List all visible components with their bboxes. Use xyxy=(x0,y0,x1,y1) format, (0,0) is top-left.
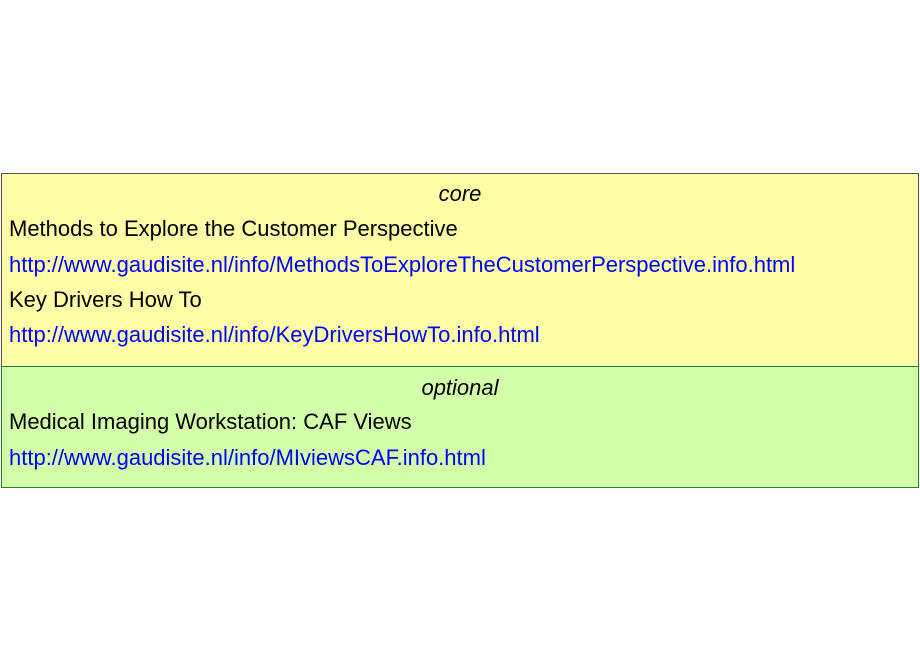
core-entry-1-link[interactable]: http://www.gaudisite.nl/info/MethodsToEx… xyxy=(9,252,795,278)
core-entry-2-link[interactable]: http://www.gaudisite.nl/info/KeyDriversH… xyxy=(9,322,540,348)
core-entry-1-title: Methods to Explore the Customer Perspect… xyxy=(9,216,458,241)
page: core Methods to Explore the Customer Per… xyxy=(0,0,920,660)
optional-entry-1-link[interactable]: http://www.gaudisite.nl/info/MIviewsCAF.… xyxy=(9,445,486,471)
optional-entry-1-title: Medical Imaging Workstation: CAF Views xyxy=(9,409,412,434)
core-entry-2-title: Key Drivers How To xyxy=(9,287,202,312)
core-heading: core xyxy=(438,181,482,206)
optional-heading: optional xyxy=(421,375,499,400)
core-section: core Methods to Explore the Customer Per… xyxy=(1,173,919,367)
optional-section: optional Medical Imaging Workstation: CA… xyxy=(1,366,919,488)
